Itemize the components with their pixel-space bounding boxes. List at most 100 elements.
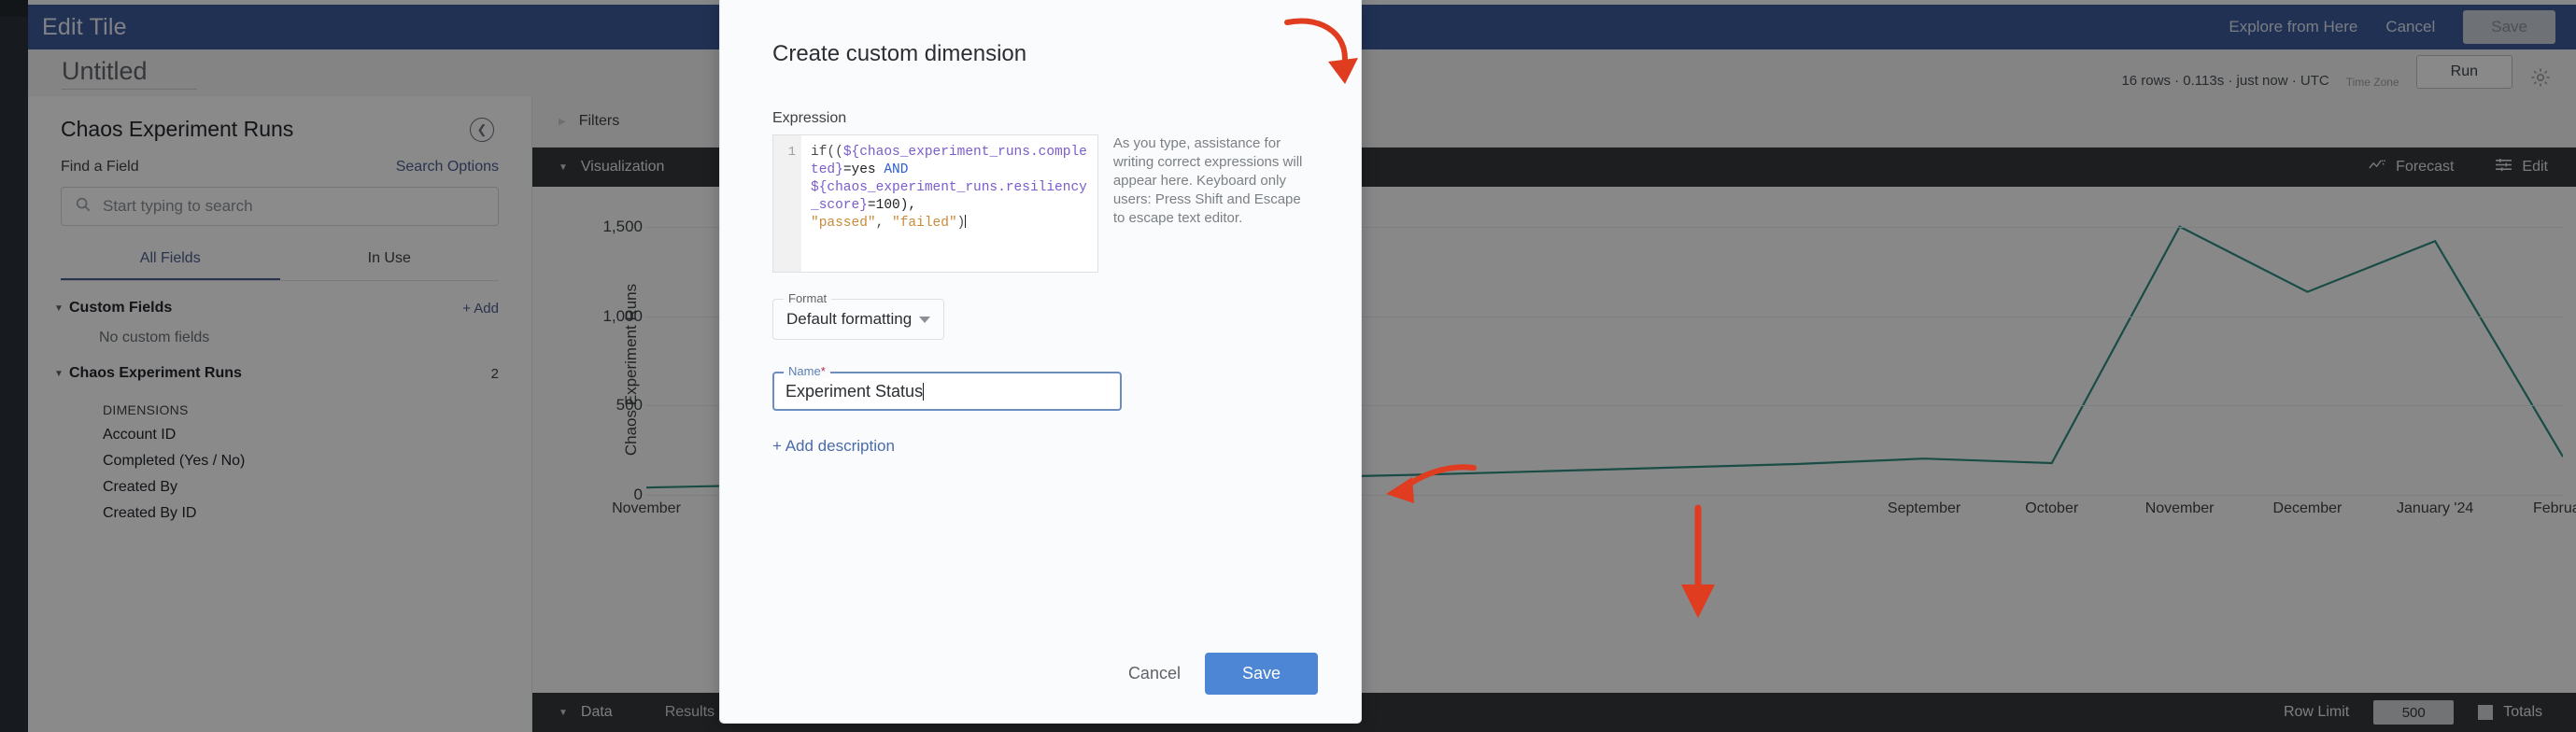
group-custom-fields[interactable]: ▼ Custom Fields + Add [47,281,513,317]
edit-visualization-button[interactable]: Edit [2495,158,2548,176]
forecast-icon [2369,158,2386,176]
row-limit-input[interactable] [2373,700,2454,725]
chevron-down-icon: ▼ [54,369,69,379]
list-item[interactable]: Completed (Yes / No) [47,443,513,470]
x-tick-label: October [2025,500,2078,517]
expression-code[interactable]: if((${chaos_experiment_runs.completed}=y… [801,135,1097,272]
y-tick-label: 500 [616,396,643,415]
search-options-link[interactable]: Search Options [396,159,499,176]
x-tick-label: November [612,500,681,517]
code-token-eq: =100), [868,198,916,213]
x-tick-label: January '24 [2397,500,2473,517]
explore-name: Chaos Experiment Runs [61,117,293,142]
left-rail-top [0,0,28,17]
code-token-comma: , [876,216,892,231]
expression-row: 1 if((${chaos_experiment_runs.completed}… [772,134,1309,273]
x-tick-label: November [2145,500,2215,517]
format-select[interactable]: Format Default formatting [772,299,944,340]
data-bar-actions: Row Limit Totals [2284,700,2576,725]
header-save-button[interactable]: Save [2463,10,2555,44]
tile-title-input[interactable]: Untitled [62,57,197,90]
x-tick-label: September [1888,500,1960,517]
find-a-field-row: Find a Field Search Options [47,159,513,187]
header-cancel-button[interactable]: Cancel [2385,18,2435,36]
dialog-footer: Cancel Save [720,653,1361,723]
search-placeholder: Start typing to search [103,197,253,216]
code-token-string: "failed" [892,216,957,231]
save-button[interactable]: Save [1205,653,1318,695]
results-tab[interactable]: Results [665,704,715,721]
chevron-left-circle-icon[interactable]: ❮ [470,118,494,142]
group-field-count: 2 [491,366,499,382]
find-a-field-label: Find a Field [61,159,139,176]
y-tick-label: 1,500 [602,218,643,236]
code-token-close: ) [957,216,966,231]
code-token-keyword: AND [884,162,908,177]
app-header-actions: Explore from Here Cancel Save [2229,10,2576,44]
search-input[interactable]: Start typing to search [61,187,499,226]
expression-editor[interactable]: 1 if((${chaos_experiment_runs.completed}… [772,134,1098,273]
text-cursor [965,215,966,228]
chevron-down-icon: ▼ [54,303,69,314]
filters-label: Filters [579,113,620,130]
add-description-link[interactable]: + Add description [772,437,1309,456]
forecast-label: Forecast [2396,159,2454,176]
sliders-icon [2495,158,2512,176]
row-limit-label: Row Limit [2284,704,2349,721]
field-panel: Chaos Experiment Runs ❮ Find a Field Sea… [28,96,532,732]
group-label: Custom Fields [69,300,172,317]
field-panel-header: Chaos Experiment Runs ❮ [47,96,513,159]
format-label: Format [784,291,831,305]
app-root: Edit Tile Explore from Here Cancel Save … [0,0,2576,732]
edit-label: Edit [2522,159,2548,176]
data-tab[interactable]: Data [581,704,613,721]
timezone-label: Time Zone [2346,76,2399,89]
dialog-body: Expression 1 if((${chaos_experiment_runs… [720,67,1361,653]
timezone-selector[interactable]: Time Zone [2346,76,2399,89]
checkbox-icon [2478,705,2493,720]
code-token-fn: if(( [811,145,843,160]
x-tick-label: December [2273,500,2342,517]
chevron-down-icon: ▼ [559,162,568,173]
format-value: Default formatting [786,310,912,329]
explore-from-here-link[interactable]: Explore from Here [2229,18,2357,36]
visualization-actions: Forecast Edit [2369,158,2576,176]
field-panel-tabs: All Fields In Use [61,250,499,281]
no-custom-fields-note: No custom fields [47,317,513,346]
text-cursor [923,383,924,401]
x-tick-label: February [2533,500,2576,517]
tab-in-use[interactable]: In Use [280,250,500,280]
code-token-eq: =yes [843,162,876,177]
cancel-button[interactable]: Cancel [1128,664,1181,683]
expression-label: Expression [772,110,1309,127]
gear-icon[interactable] [2529,66,2552,89]
visualization-label: Visualization [581,159,665,176]
name-label-text: Name [788,364,821,378]
name-value: Experiment Status [786,382,923,401]
run-button[interactable]: Run [2416,55,2512,89]
group-chaos-experiment-runs[interactable]: ▼ Chaos Experiment Runs 2 [47,346,513,382]
add-custom-field-button[interactable]: + Add [462,301,499,317]
query-meta: 16 rows · 0.113s · just now · UTC [2121,73,2328,89]
name-input[interactable]: Name* Experiment Status [772,372,1122,411]
create-custom-dimension-dialog: Create custom dimension Expression 1 if(… [719,0,1362,724]
required-marker: * [821,364,826,378]
search-icon [75,196,92,218]
dialog-title: Create custom dimension [720,0,1361,67]
code-token-field: ${chaos_experiment_runs.resiliency_score… [811,180,1087,213]
page-title: Edit Tile [42,14,127,41]
group-label: Chaos Experiment Runs [69,365,242,382]
list-item[interactable]: Created By [47,470,513,496]
list-item[interactable]: Created By ID [47,496,513,522]
tab-all-fields[interactable]: All Fields [61,250,280,280]
y-tick-label: 1,000 [602,307,643,326]
name-label: Name* [784,364,830,378]
list-item[interactable]: Account ID [47,417,513,443]
left-rail [0,0,28,732]
dimensions-section-label: DIMENSIONS [47,382,513,417]
query-status-area: 16 rows · 0.113s · just now · UTC Time Z… [2121,55,2576,91]
totals-checkbox[interactable]: Totals [2478,704,2542,721]
forecast-button[interactable]: Forecast [2369,158,2454,176]
chevron-right-icon: ▶ [559,117,566,127]
chevron-down-icon[interactable]: ▼ [559,708,568,718]
